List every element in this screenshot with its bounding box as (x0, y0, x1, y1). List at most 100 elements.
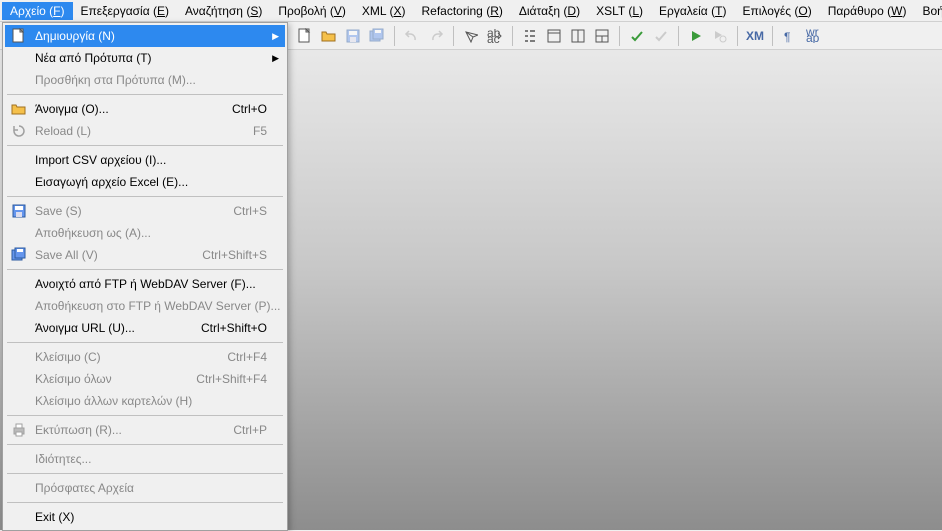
pilcrow-button[interactable]: ¶ (779, 25, 801, 47)
window-icon (547, 29, 561, 43)
check-button (650, 25, 672, 47)
menubar-mnemonic: S (250, 4, 258, 18)
menubar-item-προβολή[interactable]: Προβολή (V) (270, 2, 354, 20)
menubar-item-αναζήτηση[interactable]: Αναζήτηση (S) (177, 2, 270, 20)
layout1-button[interactable] (567, 25, 589, 47)
menubar-label: Αναζήτηση (185, 4, 243, 18)
undo-icon (404, 29, 420, 43)
menubar-item-refactoring[interactable]: Refactoring (R) (413, 2, 510, 20)
menu-item-label: Ανοιχτό από FTP ή WebDAV Server (F)... (29, 277, 281, 291)
xml-button[interactable]: XML (744, 25, 766, 47)
menu-item: Κλείσιμο (C)Ctrl+F4 (5, 346, 285, 368)
menu-item-label: Εισαγωγή αρχείο Excel (E)... (29, 175, 281, 189)
menubar-mnemonic: V (334, 4, 342, 18)
layout2-icon (595, 29, 609, 43)
save-all-icon (9, 246, 29, 264)
menubar-mnemonic: L (632, 4, 639, 18)
menu-item: Προσθήκη στα Πρότυπα (M)... (5, 69, 285, 91)
menubar-item-διάταξη[interactable]: Διάταξη (D) (511, 2, 588, 20)
layout2-button[interactable] (591, 25, 613, 47)
menubar-label: Αρχείο (10, 4, 46, 18)
menu-icon-empty (9, 275, 29, 293)
menu-item: Save (S)Ctrl+S (5, 200, 285, 222)
menubar-mnemonic: D (567, 4, 576, 18)
menubar-item-εργαλεία[interactable]: Εργαλεία (T) (651, 2, 734, 20)
menu-icon-empty (9, 348, 29, 366)
svg-text:XML: XML (746, 29, 764, 43)
menubar-item-xslt[interactable]: XSLT (L) (588, 2, 651, 20)
new-file-button[interactable] (294, 25, 316, 47)
menu-item-accelerator: Ctrl+P (217, 423, 281, 437)
menu-item[interactable]: Δημιουργία (N)▶ (5, 25, 285, 47)
menu-item[interactable]: Exit (X) (5, 506, 285, 528)
menu-item[interactable]: Άνοιγμα (O)...Ctrl+O (5, 98, 285, 120)
menu-item[interactable]: Νέα από Πρότυπα (T)▶ (5, 47, 285, 69)
menu-item: Αποθήκευση ως (A)... (5, 222, 285, 244)
menubar-item-επεξεργασία[interactable]: Επεξεργασία (E) (73, 2, 178, 20)
submenu-arrow-icon: ▶ (272, 53, 279, 64)
menu-item-label: Προσθήκη στα Πρότυπα (M)... (29, 73, 281, 87)
menubar-label: XSLT (596, 4, 625, 18)
save-icon (9, 202, 29, 220)
find-replace-button[interactable]: abac (484, 25, 506, 47)
open-file-button[interactable] (318, 25, 340, 47)
menu-icon-empty (9, 173, 29, 191)
menu-item-label: Πρόσφατες Αρχεία (29, 481, 281, 495)
save-all-button (366, 25, 388, 47)
run-icon (690, 29, 702, 43)
menu-icon-empty (9, 297, 29, 315)
menu-separator (7, 145, 283, 146)
redo-button (425, 25, 447, 47)
menu-item-label: Δημιουργία (N) (29, 29, 281, 43)
find-replace-icon: abac (487, 29, 503, 43)
reload-icon (9, 122, 29, 140)
wrap-icon: wrap (806, 29, 822, 43)
find-button[interactable] (460, 25, 482, 47)
menubar-mnemonic: R (490, 4, 499, 18)
submenu-arrow-icon: ▶ (272, 31, 279, 42)
menu-icon-empty (9, 151, 29, 169)
pilcrow-icon: ¶ (784, 29, 796, 43)
save-all-icon (369, 28, 385, 44)
svg-text:ac: ac (487, 32, 500, 43)
wrap-button[interactable]: wrap (803, 25, 825, 47)
menu-item: Reload (L)F5 (5, 120, 285, 142)
menubar: Αρχείο (F)Επεξεργασία (E)Αναζήτηση (S)Πρ… (0, 0, 942, 22)
menubar-item-βοήθεια[interactable]: Βοήθεια (H) (914, 2, 942, 20)
menu-item[interactable]: Άνοιγμα URL (U)...Ctrl+Shift+O (5, 317, 285, 339)
menubar-mnemonic: E (157, 4, 165, 18)
menu-item-accelerator: Ctrl+S (217, 204, 281, 218)
svg-text:¶: ¶ (784, 30, 790, 43)
menu-item-label: Reload (L) (29, 124, 237, 138)
run-button[interactable] (685, 25, 707, 47)
menu-item: Κλείσιμο όλωνCtrl+Shift+F4 (5, 368, 285, 390)
menu-item-label: Κλείσιμο όλων (29, 372, 180, 386)
menu-item-accelerator: Ctrl+O (216, 102, 281, 116)
menubar-item-xml[interactable]: XML (X) (354, 2, 414, 20)
menubar-item-επιλογές[interactable]: Επιλογές (O) (734, 2, 819, 20)
find-icon (464, 29, 478, 43)
run-config-icon (713, 29, 727, 43)
layout1-icon (571, 29, 585, 43)
menu-item: Εκτύπωση (R)...Ctrl+P (5, 419, 285, 441)
svg-text:ap: ap (806, 31, 820, 43)
menu-item: Κλείσιμο άλλων καρτελών (H) (5, 390, 285, 412)
menu-icon-empty (9, 479, 29, 497)
menubar-label: Παράθυρο (828, 4, 884, 18)
menu-item[interactable]: Import CSV αρχείου (I)... (5, 149, 285, 171)
check-icon (654, 29, 668, 43)
menubar-item-παράθυρο[interactable]: Παράθυρο (W) (820, 2, 915, 20)
menu-item[interactable]: Ανοιχτό από FTP ή WebDAV Server (F)... (5, 273, 285, 295)
open-file-icon (9, 100, 29, 118)
outline-button[interactable] (519, 25, 541, 47)
print-icon (9, 421, 29, 439)
menubar-mnemonic: X (393, 4, 401, 18)
menu-item-label: Άνοιγμα URL (U)... (29, 321, 185, 335)
validate-button[interactable] (626, 25, 648, 47)
file-menu-dropdown: Δημιουργία (N)▶Νέα από Πρότυπα (T)▶Προσθ… (2, 22, 288, 531)
menubar-item-αρχείο[interactable]: Αρχείο (F) (2, 2, 73, 20)
menu-icon-empty (9, 450, 29, 468)
window-button[interactable] (543, 25, 565, 47)
menu-item-accelerator: F5 (237, 124, 281, 138)
menu-item[interactable]: Εισαγωγή αρχείο Excel (E)... (5, 171, 285, 193)
